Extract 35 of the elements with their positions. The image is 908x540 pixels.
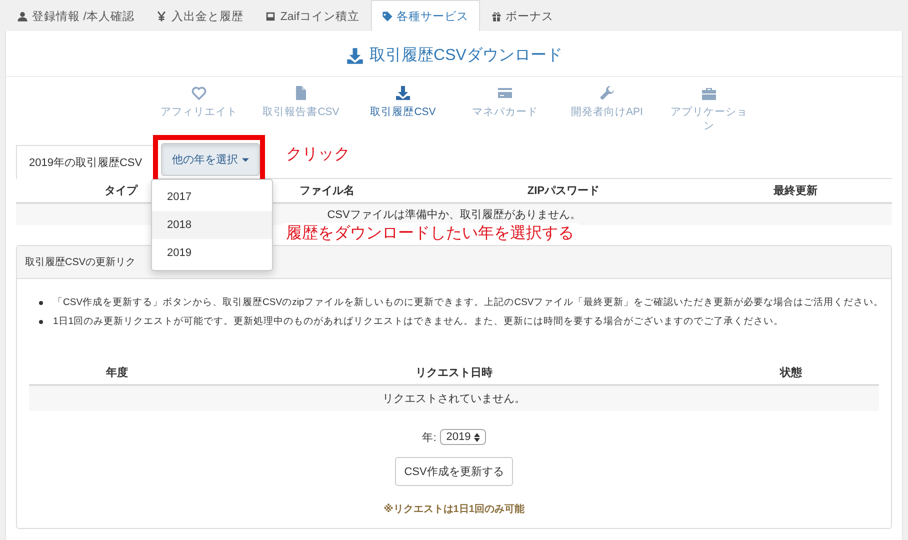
page-title: 取引履歴CSVダウンロード [370, 46, 562, 66]
heart-icon [191, 85, 207, 101]
briefcase-icon [701, 85, 717, 101]
update-csv-button[interactable]: CSV作成を更新する [395, 457, 513, 486]
download-icon [395, 85, 411, 101]
wrench-icon [599, 85, 615, 101]
download-icon [346, 46, 364, 64]
tray-icon [265, 10, 276, 22]
gift-icon [490, 10, 502, 22]
year-option[interactable]: 2019 [152, 239, 272, 267]
caret-icon [242, 158, 250, 162]
request-note: ※リクエストは1日1回のみ可能 [384, 502, 524, 516]
yen-icon [156, 10, 168, 22]
year-label: 年: [422, 430, 436, 444]
year-option[interactable]: 2018 [152, 211, 272, 239]
annotation-text: 履歴をダウンロードしたい年を選択する [282, 223, 578, 244]
nav-tab[interactable]: 登録情報 /本人確認 [6, 0, 146, 31]
tag-icon [382, 10, 393, 22]
year-dropdown-button[interactable]: 他の年を選択 [161, 143, 260, 176]
service-link[interactable]: 取引履歴CSV [352, 85, 454, 143]
nav-tab[interactable]: 各種サービス [370, 0, 480, 31]
nav-tab[interactable]: 入出金と履歴 [145, 0, 254, 31]
nav-tab[interactable]: Zaifコイン積立 [254, 0, 371, 31]
year-select[interactable]: 2019 [440, 429, 486, 445]
card-icon [497, 85, 513, 101]
bullet-icon [39, 300, 43, 304]
note-text: 「CSV作成を更新する」ボタンから、取引履歴CSVのzipファイルを新しいものに更新できます。上記のCSVファイル「最終更新」をご確認いただき更新が必要な場合はご活用ください。 [53, 296, 884, 310]
updown-icon [474, 432, 480, 442]
file-icon [293, 85, 309, 101]
nav-tab[interactable]: ボーナス [480, 0, 565, 31]
bullet-icon [39, 320, 43, 324]
csv-tab[interactable]: 2019年の取引履歴CSV [16, 145, 156, 179]
note-text: 1日1回のみ更新リクエストが可能です。更新処理中のものがあればリクエストはできません。また、更新には時間を要する場合がございますのでご了承ください。 [53, 315, 784, 329]
empty-message: リクエストされていません。 [29, 385, 879, 411]
person-icon [17, 10, 28, 22]
